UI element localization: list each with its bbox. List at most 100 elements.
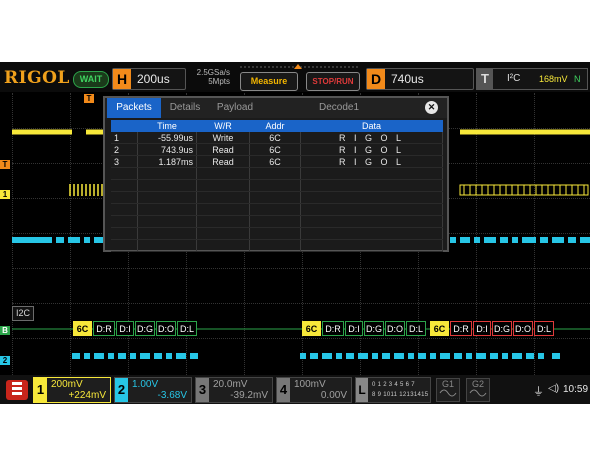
row-index: 1 <box>111 132 138 144</box>
header-data: Data <box>300 120 443 132</box>
bus-marker[interactable]: B <box>0 326 10 335</box>
generator-2-label: G2 <box>471 379 484 389</box>
bus-data-packet: D:G <box>364 321 384 336</box>
ch1-number: 1 <box>34 378 47 402</box>
ch2-offset: -3.68V <box>157 390 187 401</box>
speaker-icon[interactable]: ◁) <box>548 383 559 394</box>
ch4-box[interactable]: 4 100mV 0.00V <box>276 377 352 403</box>
bottom-channel-bar: 1 200mV +224mV 2 1.00V -3.68V 3 20.0mV -… <box>0 375 590 404</box>
dialog-tab-bar: Packets Details Payload Decode1 ✕ <box>105 98 447 118</box>
top-status-bar: RIGOL WAIT H 200us 2.5GSa/s 5Mpts Measur… <box>0 62 590 92</box>
trigger-box[interactable]: T I²C 168mV N <box>476 68 588 90</box>
sample-rate: 2.5GSa/s <box>196 68 230 77</box>
row-time: 743.9us <box>137 143 197 156</box>
row-wr: Read <box>196 143 250 156</box>
table-header-row: Time W/R Addr Data <box>111 120 443 132</box>
bus-data-packet: D:I <box>473 321 491 336</box>
rigol-logo: RIGOL <box>4 68 70 88</box>
usb-icon: ⏚ <box>533 386 544 398</box>
delay-box[interactable]: D 740us <box>366 68 474 90</box>
stop-run-button[interactable]: STOP/RUN <box>306 72 360 91</box>
bus-data-packet: D:L <box>534 321 554 336</box>
ch1-offset: +224mV <box>68 390 106 401</box>
row-addr: 6C <box>249 155 301 168</box>
ch3-number: 3 <box>196 378 209 402</box>
ch4-number: 4 <box>277 378 290 402</box>
ch2-bus-waveform <box>72 353 560 359</box>
trigger-position-marker[interactable]: T <box>84 94 94 103</box>
empty-row <box>111 215 443 228</box>
ch1-box[interactable]: 1 200mV +224mV <box>33 377 111 403</box>
bus-data-packet: D:R <box>450 321 472 336</box>
packets-table: Time W/R Addr Data 1 -55.99us Write 6C R… <box>111 120 443 252</box>
header-wr: W/R <box>196 120 250 132</box>
sine-wave-icon <box>439 389 457 397</box>
trigger-level: 168mV <box>539 74 568 84</box>
bus-address-packet: 6C <box>430 321 449 336</box>
bus-data-packet: D:O <box>385 321 405 336</box>
tab-packets[interactable]: Packets <box>107 98 161 118</box>
tab-payload[interactable]: Payload <box>209 98 261 118</box>
empty-row <box>111 167 443 180</box>
bus-address-packet: 6C <box>73 321 92 336</box>
row-time: 1.187ms <box>137 155 197 168</box>
row-data: R I G O L <box>300 155 443 168</box>
row-time: -55.99us <box>137 132 197 144</box>
logic-channels-low: 0 1 2 3 4 5 6 7 <box>372 382 415 388</box>
scope-screen: RIGOL WAIT H 200us 2.5GSa/s 5Mpts Measur… <box>0 62 590 404</box>
horizontal-scale-box[interactable]: H 200us <box>112 68 186 90</box>
tab-decode1[interactable]: Decode1 <box>313 98 365 118</box>
table-row[interactable]: 1 -55.99us Write 6C R I G O L <box>111 132 443 144</box>
bus-label: I2C <box>12 306 34 321</box>
ch2-scale: 1.00V <box>132 379 159 390</box>
bus-data-packet: D:O <box>156 321 176 336</box>
ch2-box[interactable]: 2 1.00V -3.68V <box>114 377 192 403</box>
ch4-offset: 0.00V <box>320 390 347 401</box>
empty-row <box>111 227 443 240</box>
empty-row <box>111 203 443 216</box>
trigger-source: I²C <box>507 73 521 84</box>
row-data: R I G O L <box>300 132 443 144</box>
row-addr: 6C <box>249 143 301 156</box>
generator-1-box[interactable]: G1 <box>436 378 460 402</box>
ch3-offset: -39.2mV <box>230 390 268 401</box>
menu-icon[interactable] <box>6 380 28 400</box>
trigger-mode: N <box>574 74 581 84</box>
header-index <box>111 120 138 132</box>
measure-button[interactable]: Measure <box>240 72 298 91</box>
acquisition-info: 2.5GSa/s 5Mpts <box>188 68 230 86</box>
decode-packets-dialog: Packets Details Payload Decode1 ✕ Time W… <box>103 96 449 252</box>
row-wr: Write <box>196 132 250 144</box>
trigger-level-marker[interactable]: T <box>0 160 10 169</box>
horizontal-letter: H <box>113 69 131 89</box>
bus-data-packet: D:L <box>177 321 197 336</box>
close-icon[interactable]: ✕ <box>425 101 438 114</box>
delay-value: 740us <box>391 72 424 86</box>
empty-row <box>111 191 443 204</box>
tab-details[interactable]: Details <box>163 98 207 118</box>
ch2-number: 2 <box>115 378 128 402</box>
bus-address-packet: 6C <box>302 321 321 336</box>
ch2-marker[interactable]: 2 <box>0 356 10 365</box>
memory-position-bar <box>240 64 358 69</box>
row-index: 2 <box>111 143 138 156</box>
horizontal-timebase: 200us <box>137 72 170 86</box>
bus-data-packet: D:L <box>406 321 426 336</box>
ch1-marker[interactable]: 1 <box>0 190 10 199</box>
header-time: Time <box>137 120 197 132</box>
memory-depth: 5Mpts <box>208 77 230 86</box>
table-row[interactable]: 2 743.9us Read 6C R I G O L <box>111 143 443 156</box>
bus-data-packet: D:R <box>93 321 115 336</box>
ch3-box[interactable]: 3 20.0mV -39.2mV <box>195 377 273 403</box>
bus-data-packet: D:O <box>513 321 533 336</box>
ch4-scale: 100mV <box>294 379 326 390</box>
row-addr: 6C <box>249 132 301 144</box>
empty-row <box>111 239 443 252</box>
row-data: R I G O L <box>300 143 443 156</box>
row-index: 3 <box>111 155 138 168</box>
bus-data-packet: D:I <box>345 321 363 336</box>
bus-data-packet: D:I <box>116 321 134 336</box>
table-row[interactable]: 3 1.187ms Read 6C R I G O L <box>111 155 443 168</box>
logic-analyzer-box[interactable]: L 0 1 2 3 4 5 6 7 8 9 1011 12131415 <box>355 377 431 403</box>
generator-2-box[interactable]: G2 <box>466 378 490 402</box>
